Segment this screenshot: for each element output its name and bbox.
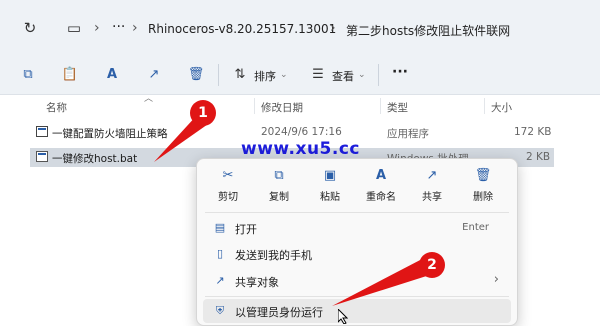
annotation-badge-1: 1 xyxy=(190,100,216,126)
annotation-badge-2: 2 xyxy=(419,252,445,278)
cursor-icon xyxy=(338,309,348,324)
annotation-arrows xyxy=(154,114,436,306)
